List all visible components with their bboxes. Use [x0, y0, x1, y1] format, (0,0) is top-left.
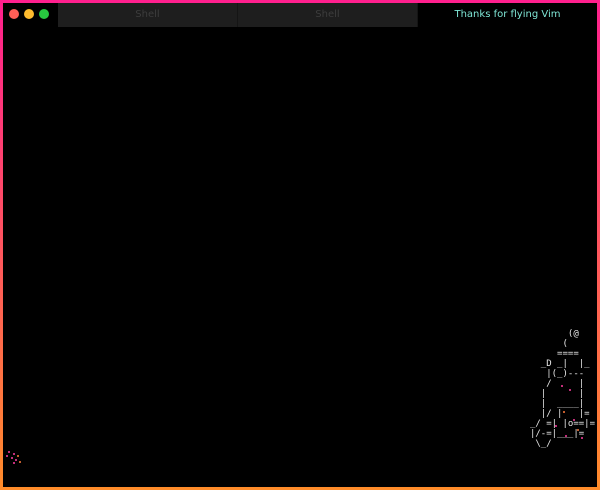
spark-particle: [581, 437, 583, 439]
spark-cluster: [3, 449, 27, 467]
spark-particle: [555, 425, 557, 427]
spark-particle: [573, 419, 575, 421]
close-window-button[interactable]: [9, 9, 19, 19]
terminal-content[interactable]: (@ ( ==== _D _| |_ |(_)--- / | | | | ___…: [3, 27, 597, 487]
terminal-window: Shell Shell Thanks for flying Vim (@ ( =…: [3, 3, 597, 487]
spark-particle: [561, 385, 563, 387]
spark-particle: [563, 411, 565, 413]
tab-shell-1[interactable]: Shell: [58, 3, 238, 27]
maximize-window-button[interactable]: [39, 9, 49, 19]
ascii-train-art: (@ ( ==== _D _| |_ |(_)--- / | | | | ___…: [529, 329, 595, 449]
tab-thanks-for-flying-vim[interactable]: Thanks for flying Vim: [418, 3, 597, 27]
minimize-window-button[interactable]: [24, 9, 34, 19]
tab-shell-2[interactable]: Shell: [238, 3, 418, 27]
spark-particle: [569, 389, 571, 391]
tab-bar: Shell Shell Thanks for flying Vim: [58, 3, 597, 27]
spark-particle: [565, 435, 567, 437]
spark-particle: [577, 429, 579, 431]
title-bar: Shell Shell Thanks for flying Vim: [3, 3, 597, 27]
